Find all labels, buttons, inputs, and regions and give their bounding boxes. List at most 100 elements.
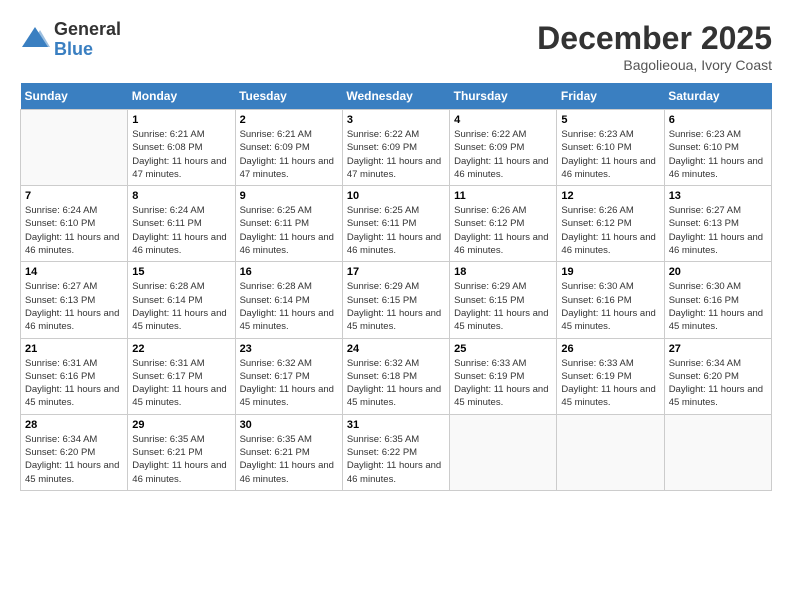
location: Bagolieoua, Ivory Coast <box>537 57 772 73</box>
calendar-cell: 14 Sunrise: 6:27 AMSunset: 6:13 PMDayligh… <box>21 262 128 338</box>
week-row-1: 7Sunrise: 6:24 AMSunset: 6:10 PMDaylight… <box>21 186 772 262</box>
calendar-cell: 17 Sunrise: 6:29 AMSunset: 6:15 PMDayligh… <box>342 262 449 338</box>
calendar-cell: 18 Sunrise: 6:29 AMSunset: 6:15 PMDayligh… <box>450 262 557 338</box>
weekday-header-friday: Friday <box>557 83 664 110</box>
day-number: 30 <box>240 419 338 431</box>
day-info: Sunrise: 6:24 AMSunset: 6:11 PMDaylight:… <box>132 204 230 257</box>
calendar-cell: 22 Sunrise: 6:31 AMSunset: 6:17 PMDayligh… <box>128 338 235 414</box>
calendar-cell: 31Sunrise: 6:35 AMSunset: 6:22 PMDayligh… <box>342 414 449 490</box>
calendar-cell: 5 Sunrise: 6:23 AMSunset: 6:10 PMDaylight… <box>557 110 664 186</box>
calendar-cell: 25 Sunrise: 6:33 AMSunset: 6:19 PMDayligh… <box>450 338 557 414</box>
day-info: Sunrise: 6:29 AMSunset: 6:15 PMDaylight:… <box>454 280 552 333</box>
calendar-cell <box>664 414 771 490</box>
day-info: Sunrise: 6:32 AMSunset: 6:17 PMDaylight:… <box>240 357 338 410</box>
calendar-cell: 8 Sunrise: 6:24 AMSunset: 6:11 PMDaylight… <box>128 186 235 262</box>
day-number: 28 <box>25 419 123 431</box>
calendar-body: 1 Sunrise: 6:21 AMSunset: 6:08 PMDaylight… <box>21 110 772 491</box>
day-info: Sunrise: 6:22 AMSunset: 6:09 PMDaylight:… <box>347 128 445 181</box>
calendar-cell: 10 Sunrise: 6:25 AMSunset: 6:11 PMDayligh… <box>342 186 449 262</box>
day-info: Sunrise: 6:25 AMSunset: 6:11 PMDaylight:… <box>347 204 445 257</box>
calendar-cell: 9 Sunrise: 6:25 AMSunset: 6:11 PMDaylight… <box>235 186 342 262</box>
day-number: 27 <box>669 343 767 355</box>
day-number: 17 <box>347 266 445 278</box>
day-info: Sunrise: 6:34 AMSunset: 6:20 PMDaylight:… <box>25 433 123 486</box>
day-number: 4 <box>454 114 552 126</box>
day-info: Sunrise: 6:28 AMSunset: 6:14 PMDaylight:… <box>132 280 230 333</box>
day-info: Sunrise: 6:35 AMSunset: 6:22 PMDaylight:… <box>347 433 445 486</box>
calendar-cell: 20Sunrise: 6:30 AMSunset: 6:16 PMDayligh… <box>664 262 771 338</box>
day-number: 24 <box>347 343 445 355</box>
day-number: 2 <box>240 114 338 126</box>
day-number: 1 <box>132 114 230 126</box>
day-number: 25 <box>454 343 552 355</box>
calendar-cell: 1 Sunrise: 6:21 AMSunset: 6:08 PMDaylight… <box>128 110 235 186</box>
logo-icon <box>20 25 50 55</box>
day-info: Sunrise: 6:33 AMSunset: 6:19 PMDaylight:… <box>454 357 552 410</box>
day-info: Sunrise: 6:31 AMSunset: 6:17 PMDaylight:… <box>132 357 230 410</box>
calendar-cell: 29Sunrise: 6:35 AMSunset: 6:21 PMDayligh… <box>128 414 235 490</box>
calendar-cell: 26Sunrise: 6:33 AMSunset: 6:19 PMDayligh… <box>557 338 664 414</box>
day-number: 16 <box>240 266 338 278</box>
day-number: 26 <box>561 343 659 355</box>
day-info: Sunrise: 6:35 AMSunset: 6:21 PMDaylight:… <box>132 433 230 486</box>
day-info: Sunrise: 6:22 AMSunset: 6:09 PMDaylight:… <box>454 128 552 181</box>
day-info: Sunrise: 6:31 AMSunset: 6:16 PMDaylight:… <box>25 357 123 410</box>
calendar-cell <box>21 110 128 186</box>
logo-blue-text: Blue <box>54 40 121 60</box>
calendar-cell: 24Sunrise: 6:32 AMSunset: 6:18 PMDayligh… <box>342 338 449 414</box>
weekday-header-sunday: Sunday <box>21 83 128 110</box>
day-info: Sunrise: 6:23 AMSunset: 6:10 PMDaylight:… <box>669 128 767 181</box>
day-number: 18 <box>454 266 552 278</box>
day-number: 21 <box>25 343 123 355</box>
day-number: 9 <box>240 190 338 202</box>
day-number: 8 <box>132 190 230 202</box>
calendar-cell: 13Sunrise: 6:27 AMSunset: 6:13 PMDayligh… <box>664 186 771 262</box>
calendar-cell: 11 Sunrise: 6:26 AMSunset: 6:12 PMDayligh… <box>450 186 557 262</box>
calendar-cell: 7Sunrise: 6:24 AMSunset: 6:10 PMDaylight… <box>21 186 128 262</box>
calendar-cell: 3Sunrise: 6:22 AMSunset: 6:09 PMDaylight… <box>342 110 449 186</box>
day-info: Sunrise: 6:26 AMSunset: 6:12 PMDaylight:… <box>561 204 659 257</box>
day-info: Sunrise: 6:24 AMSunset: 6:10 PMDaylight:… <box>25 204 123 257</box>
day-number: 14 <box>25 266 123 278</box>
week-row-2: 14 Sunrise: 6:27 AMSunset: 6:13 PMDayligh… <box>21 262 772 338</box>
day-number: 22 <box>132 343 230 355</box>
day-info: Sunrise: 6:27 AMSunset: 6:13 PMDaylight:… <box>25 280 123 333</box>
calendar-cell: 6 Sunrise: 6:23 AMSunset: 6:10 PMDaylight… <box>664 110 771 186</box>
day-info: Sunrise: 6:35 AMSunset: 6:21 PMDaylight:… <box>240 433 338 486</box>
day-info: Sunrise: 6:34 AMSunset: 6:20 PMDaylight:… <box>669 357 767 410</box>
day-info: Sunrise: 6:30 AMSunset: 6:16 PMDaylight:… <box>669 280 767 333</box>
calendar-cell: 23 Sunrise: 6:32 AMSunset: 6:17 PMDayligh… <box>235 338 342 414</box>
day-number: 5 <box>561 114 659 126</box>
day-info: Sunrise: 6:28 AMSunset: 6:14 PMDaylight:… <box>240 280 338 333</box>
week-row-0: 1 Sunrise: 6:21 AMSunset: 6:08 PMDaylight… <box>21 110 772 186</box>
day-number: 10 <box>347 190 445 202</box>
day-info: Sunrise: 6:21 AMSunset: 6:08 PMDaylight:… <box>132 128 230 181</box>
day-number: 15 <box>132 266 230 278</box>
weekday-header-wednesday: Wednesday <box>342 83 449 110</box>
day-info: Sunrise: 6:21 AMSunset: 6:09 PMDaylight:… <box>240 128 338 181</box>
day-number: 12 <box>561 190 659 202</box>
week-row-3: 21 Sunrise: 6:31 AMSunset: 6:16 PMDayligh… <box>21 338 772 414</box>
calendar-cell: 12 Sunrise: 6:26 AMSunset: 6:12 PMDayligh… <box>557 186 664 262</box>
day-number: 13 <box>669 190 767 202</box>
calendar-table: SundayMondayTuesdayWednesdayThursdayFrid… <box>20 83 772 491</box>
calendar-cell: 15 Sunrise: 6:28 AMSunset: 6:14 PMDayligh… <box>128 262 235 338</box>
calendar-cell: 30 Sunrise: 6:35 AMSunset: 6:21 PMDayligh… <box>235 414 342 490</box>
week-row-4: 28 Sunrise: 6:34 AMSunset: 6:20 PMDayligh… <box>21 414 772 490</box>
weekday-header-thursday: Thursday <box>450 83 557 110</box>
weekday-header-tuesday: Tuesday <box>235 83 342 110</box>
calendar-cell <box>557 414 664 490</box>
day-number: 23 <box>240 343 338 355</box>
month-title: December 2025 <box>537 20 772 57</box>
day-number: 19 <box>561 266 659 278</box>
day-number: 11 <box>454 190 552 202</box>
day-info: Sunrise: 6:23 AMSunset: 6:10 PMDaylight:… <box>561 128 659 181</box>
day-info: Sunrise: 6:29 AMSunset: 6:15 PMDaylight:… <box>347 280 445 333</box>
calendar-cell: 19Sunrise: 6:30 AMSunset: 6:16 PMDayligh… <box>557 262 664 338</box>
day-number: 6 <box>669 114 767 126</box>
title-block: December 2025 Bagolieoua, Ivory Coast <box>537 20 772 73</box>
logo-general-text: General <box>54 20 121 40</box>
calendar-cell: 27 Sunrise: 6:34 AMSunset: 6:20 PMDayligh… <box>664 338 771 414</box>
day-info: Sunrise: 6:26 AMSunset: 6:12 PMDaylight:… <box>454 204 552 257</box>
day-info: Sunrise: 6:25 AMSunset: 6:11 PMDaylight:… <box>240 204 338 257</box>
